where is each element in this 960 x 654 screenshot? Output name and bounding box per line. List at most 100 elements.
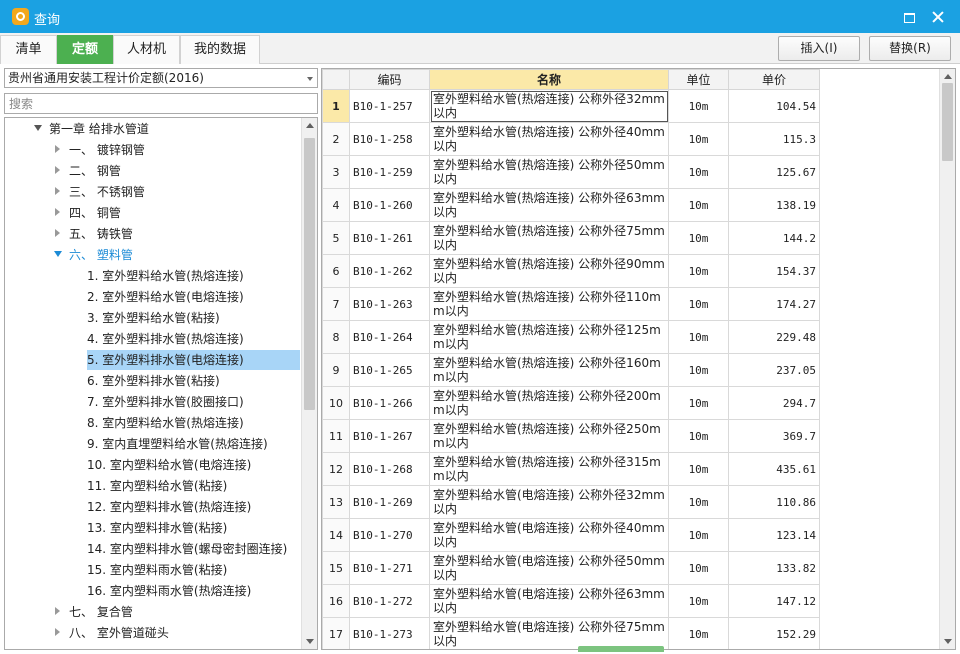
row-name: 室外塑料给水管(热熔连接) 公称外径110mm以内	[429, 287, 669, 321]
collapse-arrow-icon[interactable]	[55, 145, 60, 153]
row-index: 1	[322, 89, 350, 123]
tree-leaf[interactable]: 9. 室内直埋塑料给水管(热熔连接)	[87, 434, 272, 454]
row-price: 152.29	[728, 617, 820, 649]
row-code: B10-1-259	[349, 155, 430, 189]
header-price[interactable]: 单价	[728, 69, 820, 90]
tree-node[interactable]: 五、 铸铁管	[69, 224, 137, 244]
tree-leaf[interactable]: 15. 室内塑料雨水管(粘接)	[87, 560, 231, 580]
row-name: 室外塑料给水管(热熔连接) 公称外径315mm以内	[429, 452, 669, 486]
close-window-icon[interactable]	[930, 9, 946, 25]
expand-arrow-icon[interactable]	[34, 125, 42, 131]
app-logo-icon	[12, 8, 29, 25]
restore-window-icon[interactable]	[901, 9, 917, 25]
scroll-thumb[interactable]	[304, 138, 315, 410]
tree-leaf[interactable]: 13. 室内塑料排水管(粘接)	[87, 518, 231, 538]
tab-labor-material-machine[interactable]: 人材机	[113, 35, 180, 64]
table-row[interactable]: 5 B10-1-261 室外塑料给水管(热熔连接) 公称外径75mm以内 10m 144…	[322, 221, 820, 255]
scroll-down-icon[interactable]	[306, 639, 314, 644]
header-unit[interactable]: 单位	[668, 69, 729, 90]
tree-node[interactable]: 七、 复合管	[69, 602, 137, 622]
header-name[interactable]: 名称	[429, 69, 669, 90]
replace-button[interactable]: 替换(R)	[869, 36, 951, 61]
table-row[interactable]: 17 B10-1-273 室外塑料给水管(电熔连接) 公称外径75mm以内 10m 15…	[322, 617, 820, 649]
table-row[interactable]: 15 B10-1-271 室外塑料给水管(电熔连接) 公称外径50mm以内 10m 13…	[322, 551, 820, 585]
row-unit: 10m	[668, 584, 729, 618]
row-unit: 10m	[668, 254, 729, 288]
table-row[interactable]: 14 B10-1-270 室外塑料给水管(电熔连接) 公称外径40mm以内 10m 12…	[322, 518, 820, 552]
tree-leaf[interactable]: 11. 室内塑料给水管(粘接)	[87, 476, 231, 496]
row-code: B10-1-266	[349, 386, 430, 420]
collapse-arrow-icon[interactable]	[55, 229, 60, 237]
table-row[interactable]: 3 B10-1-259 室外塑料给水管(热熔连接) 公称外径50mm以内 10m 125…	[322, 155, 820, 189]
quota-library-select[interactable]: 贵州省通用安装工程计价定额(2016)	[4, 68, 318, 88]
tree-leaf[interactable]: 3. 室外塑料给水管(粘接)	[87, 308, 224, 328]
search-input[interactable]	[4, 93, 318, 114]
insert-button[interactable]: 插入(I)	[778, 36, 860, 61]
table-scrollbar[interactable]	[939, 69, 955, 649]
row-price: 435.61	[728, 452, 820, 486]
tree-node[interactable]: 八、 室外管道碰头	[69, 623, 173, 643]
tab-my-data[interactable]: 我的数据	[180, 35, 260, 64]
table-row[interactable]: 6 B10-1-262 室外塑料给水管(热熔连接) 公称外径90mm以内 10m 154…	[322, 254, 820, 288]
row-unit: 10m	[668, 485, 729, 519]
collapse-arrow-icon[interactable]	[55, 187, 60, 195]
tree-leaf[interactable]: 1. 室外塑料给水管(热熔连接)	[87, 266, 248, 286]
table-row[interactable]: 8 B10-1-264 室外塑料给水管(热熔连接) 公称外径125mm以内 10m 22…	[322, 320, 820, 354]
row-price: 123.14	[728, 518, 820, 552]
header-code[interactable]: 编码	[349, 69, 430, 90]
tree-leaf[interactable]: 16. 室内塑料雨水管(热熔连接)	[87, 581, 255, 601]
title-bar: 查询	[0, 0, 960, 33]
tree-leaf[interactable]: 12. 室内塑料排水管(热熔连接)	[87, 497, 255, 517]
tree-node[interactable]: 六、 塑料管	[69, 245, 137, 265]
tree-node[interactable]: 四、 铜管	[69, 203, 125, 223]
row-name: 室外塑料给水管(电熔连接) 公称外径63mm以内	[429, 584, 669, 618]
tree-node[interactable]: 二、 钢管	[69, 161, 125, 181]
tree-leaf-selected[interactable]: 5. 室外塑料排水管(电熔连接)	[87, 350, 300, 370]
collapse-arrow-icon[interactable]	[55, 607, 60, 615]
row-name: 室外塑料给水管(热熔连接) 公称外径125mm以内	[429, 320, 669, 354]
row-price: 115.3	[728, 122, 820, 156]
scroll-thumb[interactable]	[942, 83, 953, 161]
scroll-up-icon[interactable]	[944, 74, 952, 79]
tree-leaf[interactable]: 8. 室内塑料给水管(热熔连接)	[87, 413, 248, 433]
tree-node[interactable]: 第一章 给排水管道	[49, 119, 153, 139]
tree-node[interactable]: 三、 不锈钢管	[69, 182, 149, 202]
tree-node[interactable]: 一、 镀锌钢管	[69, 140, 149, 160]
row-name: 室外塑料给水管(热熔连接) 公称外径75mm以内	[429, 221, 669, 255]
table-row[interactable]: 9 B10-1-265 室外塑料给水管(热熔连接) 公称外径160mm以内 10m 23…	[322, 353, 820, 387]
row-code: B10-1-270	[349, 518, 430, 552]
tree-scrollbar[interactable]	[301, 118, 317, 649]
scroll-up-icon[interactable]	[306, 123, 314, 128]
tree-leaf[interactable]: 4. 室外塑料排水管(热熔连接)	[87, 329, 248, 349]
tab-bill[interactable]: 清单	[0, 35, 57, 64]
tree-leaf[interactable]: 10. 室内塑料给水管(电熔连接)	[87, 455, 255, 475]
row-name: 室外塑料给水管(热熔连接) 公称外径160mm以内	[429, 353, 669, 387]
table-row[interactable]: 1 B10-1-257 室外塑料给水管(热熔连接) 公称外径32mm以内 10m 104…	[322, 89, 820, 123]
table-row[interactable]: 13 B10-1-269 室外塑料给水管(电熔连接) 公称外径32mm以内 10m 11…	[322, 485, 820, 519]
scroll-down-icon[interactable]	[944, 639, 952, 644]
row-price: 147.12	[728, 584, 820, 618]
table-row[interactable]: 4 B10-1-260 室外塑料给水管(热熔连接) 公称外径63mm以内 10m 138…	[322, 188, 820, 222]
row-unit: 10m	[668, 188, 729, 222]
splitter-handle[interactable]	[578, 646, 664, 652]
row-price: 138.19	[728, 188, 820, 222]
tab-quota[interactable]: 定额	[57, 35, 113, 64]
row-price: 229.48	[728, 320, 820, 354]
collapse-arrow-icon[interactable]	[55, 166, 60, 174]
row-name: 室外塑料给水管(热熔连接) 公称外径90mm以内	[429, 254, 669, 288]
table-row[interactable]: 2 B10-1-258 室外塑料给水管(热熔连接) 公称外径40mm以内 10m 115…	[322, 122, 820, 156]
row-name: 室外塑料给水管(热熔连接) 公称外径32mm以内	[429, 89, 669, 123]
table-row[interactable]: 12 B10-1-268 室外塑料给水管(热熔连接) 公称外径315mm以内 10m 4…	[322, 452, 820, 486]
table-row[interactable]: 11 B10-1-267 室外塑料给水管(热熔连接) 公称外径250mm以内 10m 3…	[322, 419, 820, 453]
tree-leaf[interactable]: 14. 室内塑料排水管(螺母密封圈连接)	[87, 539, 291, 559]
window-title: 查询	[34, 13, 61, 28]
tree-leaf[interactable]: 2. 室外塑料给水管(电熔连接)	[87, 287, 248, 307]
collapse-arrow-icon[interactable]	[55, 628, 60, 636]
table-row[interactable]: 10 B10-1-266 室外塑料给水管(热熔连接) 公称外径200mm以内 10m 2…	[322, 386, 820, 420]
expand-arrow-icon[interactable]	[54, 251, 62, 257]
collapse-arrow-icon[interactable]	[55, 208, 60, 216]
tree-leaf[interactable]: 7. 室外塑料排水管(胶圈接口)	[87, 392, 248, 412]
table-row[interactable]: 7 B10-1-263 室外塑料给水管(热熔连接) 公称外径110mm以内 10m 17…	[322, 287, 820, 321]
tree-leaf[interactable]: 6. 室外塑料排水管(粘接)	[87, 371, 224, 391]
table-row[interactable]: 16 B10-1-272 室外塑料给水管(电熔连接) 公称外径63mm以内 10m 14…	[322, 584, 820, 618]
